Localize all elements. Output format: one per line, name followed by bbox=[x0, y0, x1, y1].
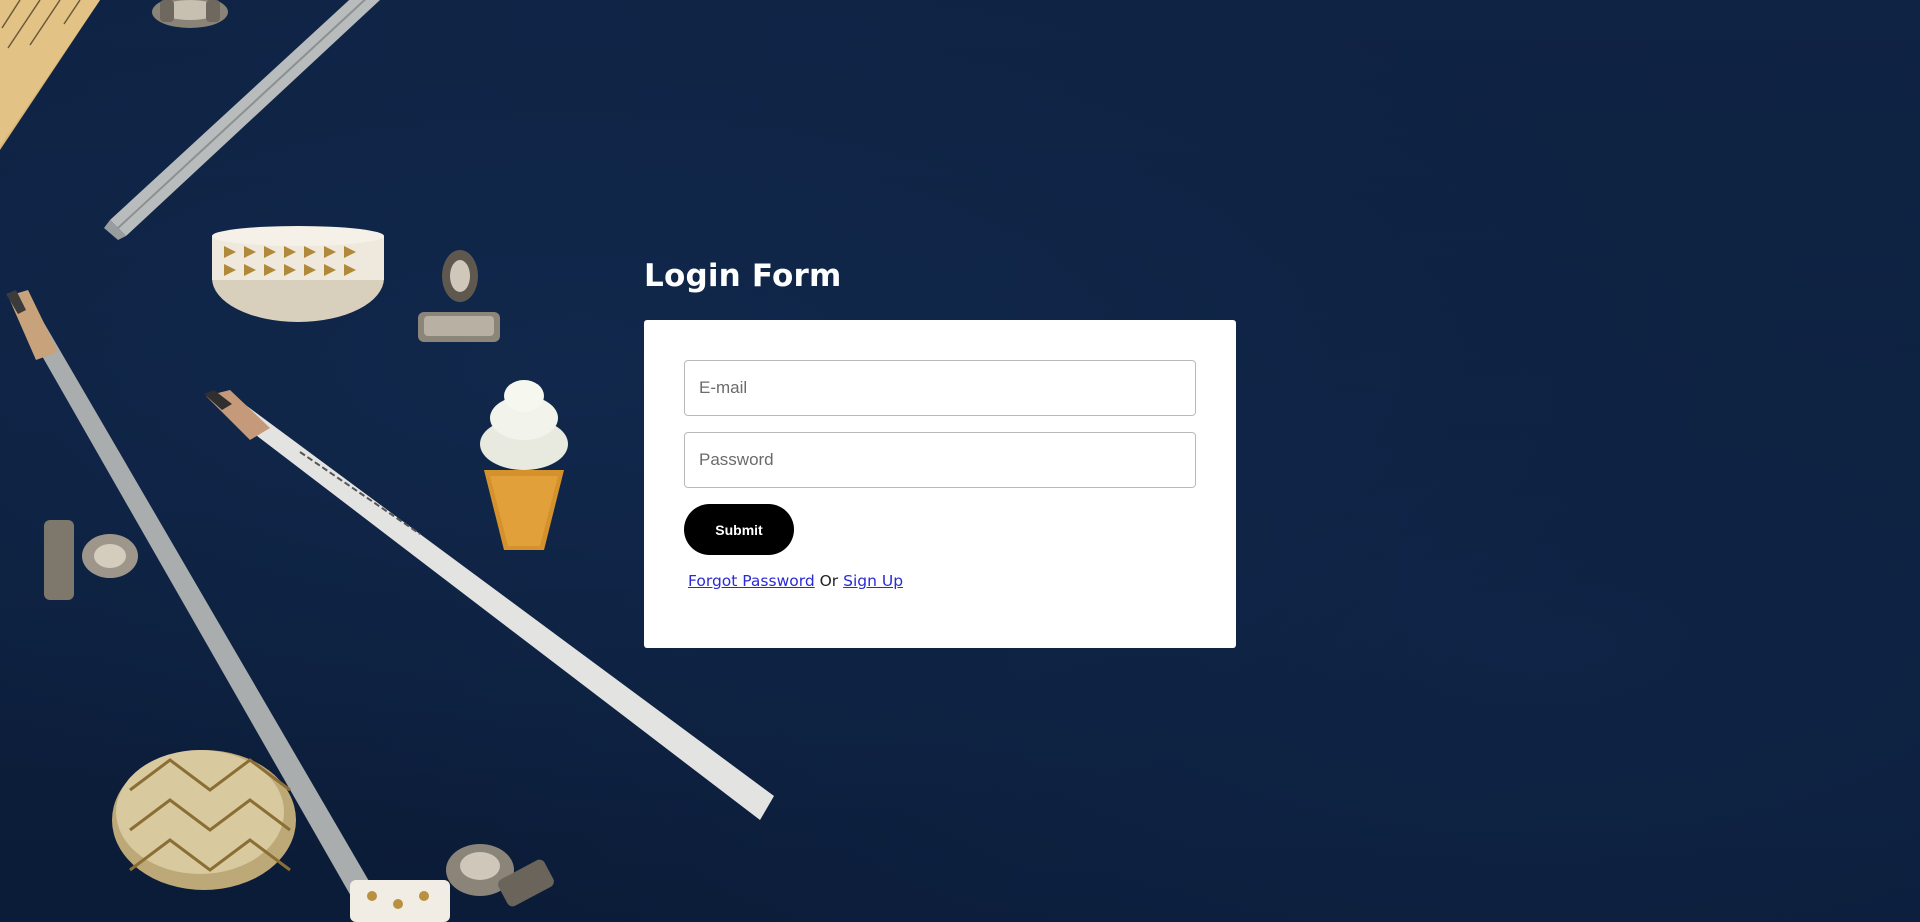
page-title: Login Form bbox=[644, 258, 842, 294]
email-field[interactable] bbox=[684, 360, 1196, 416]
ice-cream-eraser-icon bbox=[480, 380, 568, 550]
login-form-card: Submit Forgot Password Or Sign Up bbox=[644, 320, 1236, 648]
forgot-password-link[interactable]: Forgot Password bbox=[688, 572, 815, 590]
binder-clip-icon bbox=[446, 844, 554, 907]
washi-tape-icon bbox=[112, 750, 296, 890]
washi-tape-icon bbox=[212, 226, 384, 322]
sign-up-link[interactable]: Sign Up bbox=[843, 572, 903, 590]
password-field[interactable] bbox=[684, 432, 1196, 488]
auth-links: Forgot Password Or Sign Up bbox=[688, 572, 903, 590]
binder-clip-icon bbox=[152, 0, 228, 28]
binder-clip-icon bbox=[44, 520, 138, 600]
or-separator: Or bbox=[814, 572, 844, 590]
binder-clip-icon bbox=[418, 250, 500, 342]
submit-button[interactable]: Submit bbox=[684, 504, 794, 555]
pencil-icon bbox=[104, 0, 380, 240]
ruler-icon bbox=[0, 0, 100, 150]
washi-tape-icon bbox=[350, 880, 450, 922]
